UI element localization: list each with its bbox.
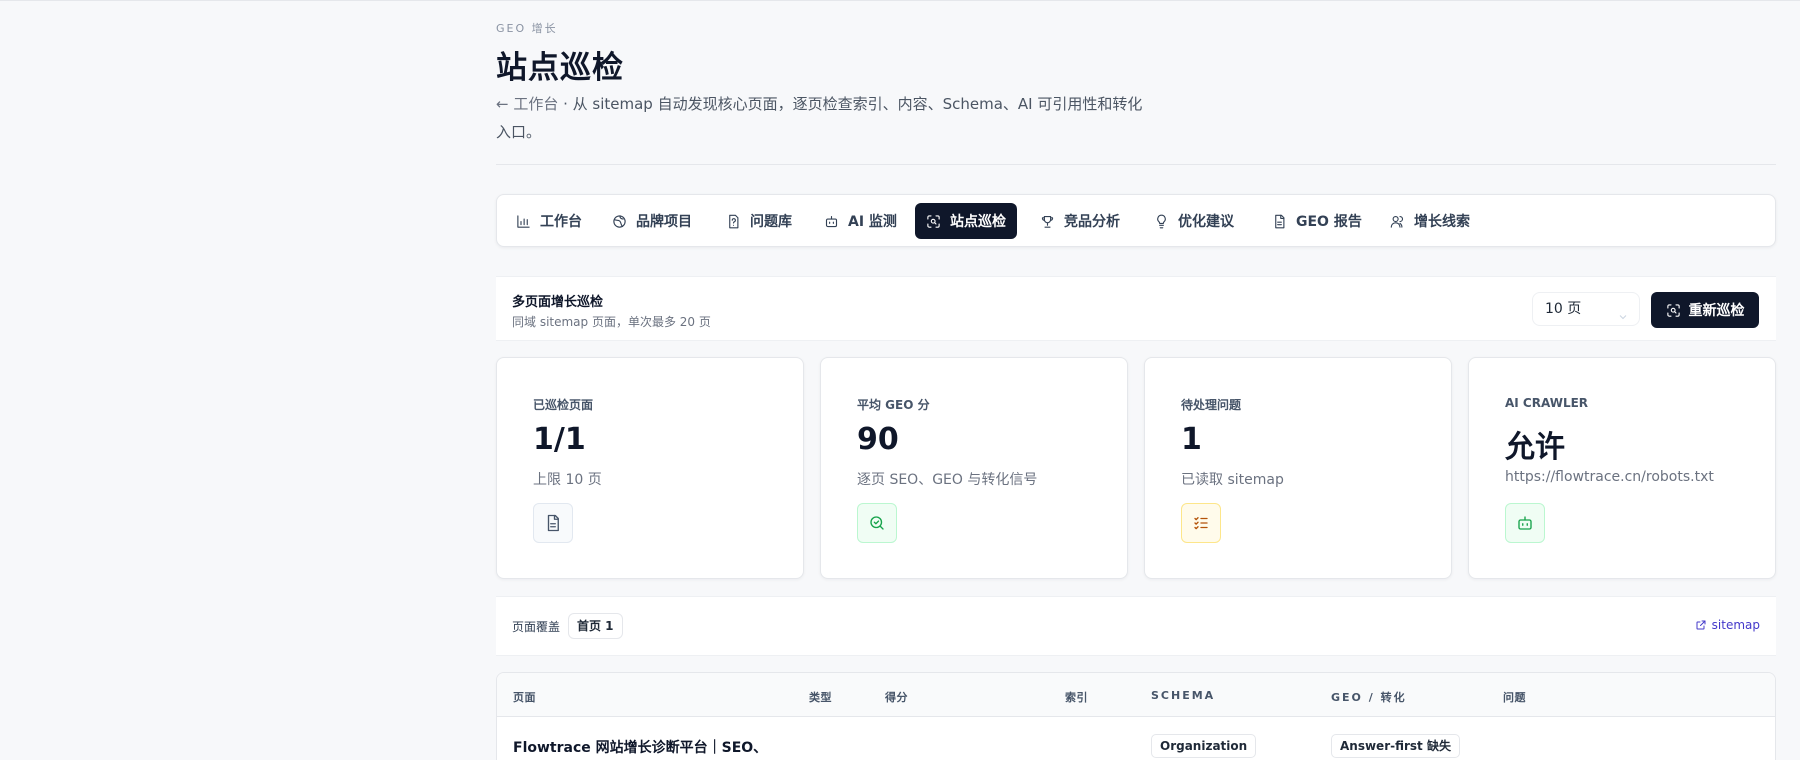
page-coverage-bar: 页面覆盖 首页 1 sitemap bbox=[496, 596, 1776, 656]
document-icon bbox=[533, 503, 573, 543]
rescan-label: 重新巡检 bbox=[1688, 303, 1745, 319]
tab-optimization-suggestions[interactable]: 优化建议 bbox=[1143, 203, 1245, 239]
coverage-chip-home[interactable]: 首页 1 bbox=[568, 613, 623, 639]
globe-icon bbox=[613, 214, 626, 228]
page-title: 站点巡检 bbox=[496, 50, 624, 86]
tab-growth-leads[interactable]: 增长线索 bbox=[1379, 203, 1481, 239]
coverage-label: 页面覆盖 bbox=[512, 620, 561, 634]
question-file-icon bbox=[729, 214, 739, 228]
tab-label: 增长线索 bbox=[1414, 214, 1470, 230]
bot-icon bbox=[1505, 503, 1545, 543]
scan-icon bbox=[927, 214, 940, 228]
users-icon bbox=[1390, 215, 1404, 228]
bar-chart-icon bbox=[517, 214, 530, 228]
tab-label: 优化建议 bbox=[1178, 214, 1234, 230]
stat-hint: 已读取 sitemap bbox=[1181, 472, 1284, 488]
module-nav: 工作台 品牌项目 问题库 AI 监测 站点巡检 竞品分析 优化建议 GEO 报告… bbox=[496, 194, 1776, 247]
stat-hint: https://flowtrace.cn/robots.txt bbox=[1505, 469, 1714, 485]
tab-question-library[interactable]: 问题库 bbox=[715, 203, 803, 239]
chevron-down-icon bbox=[1617, 303, 1629, 320]
tab-label: AI 监测 bbox=[848, 214, 897, 230]
bot-icon bbox=[825, 215, 838, 227]
rescan-button[interactable]: 重新巡检 bbox=[1651, 292, 1759, 328]
tab-label: 站点巡检 bbox=[950, 214, 1006, 230]
external-link-icon bbox=[1696, 620, 1706, 630]
stat-value: 90 bbox=[857, 422, 899, 457]
column-header-geo-conversion: GEO / 转化 bbox=[1331, 691, 1407, 704]
schema-badge: Organization bbox=[1151, 734, 1257, 758]
inspection-toolbar: 多页面增长巡检 同域 sitemap 页面，单次最多 20 页 10 页 重新巡… bbox=[496, 276, 1776, 341]
stat-label: 平均 GEO 分 bbox=[857, 398, 930, 412]
trophy-icon bbox=[1041, 215, 1054, 228]
stat-card-geo-score: 平均 GEO 分 90 逐页 SEO、GEO 与转化信号 bbox=[820, 357, 1128, 579]
sitemap-link-label: sitemap bbox=[1711, 618, 1760, 632]
pages-table: 页面 类型 得分 索引 SCHEMA GEO / 转化 问题 Flowtrace… bbox=[496, 672, 1776, 760]
column-header-score: 得分 bbox=[885, 691, 908, 704]
stat-card-pending-issues: 待处理问题 1 已读取 sitemap bbox=[1144, 357, 1452, 579]
column-header-index: 索引 bbox=[1065, 691, 1088, 704]
section-title: 多页面增长巡检 bbox=[512, 295, 604, 310]
page-limit-select[interactable]: 10 页 bbox=[1532, 292, 1640, 326]
back-to-workbench-link[interactable]: ← 工作台 bbox=[496, 95, 558, 113]
tab-site-inspection[interactable]: 站点巡检 bbox=[915, 203, 1017, 239]
tab-competitor-analysis[interactable]: 竞品分析 bbox=[1029, 203, 1131, 239]
page-description: ← 工作台 · 从 sitemap 自动发现核心页面，逐页检查索引、内容、Sch… bbox=[496, 90, 1146, 146]
column-header-issues: 问题 bbox=[1503, 691, 1526, 704]
tab-brand-projects[interactable]: 品牌项目 bbox=[601, 203, 703, 239]
tab-label: 问题库 bbox=[750, 214, 792, 230]
tab-label: GEO 报告 bbox=[1296, 214, 1362, 230]
column-header-schema: SCHEMA bbox=[1151, 689, 1216, 702]
row-page-title[interactable]: Flowtrace 网站增长诊断平台｜SEO、 bbox=[513, 737, 767, 757]
sitemap-link[interactable]: sitemap bbox=[1695, 618, 1760, 632]
geo-badge: Answer-first 缺失 bbox=[1331, 734, 1460, 758]
stat-card-ai-crawler: AI CRAWLER 允许 https://flowtrace.cn/robot… bbox=[1468, 357, 1776, 579]
search-check-icon bbox=[857, 503, 897, 543]
column-header-type: 类型 bbox=[809, 691, 832, 704]
stat-hint: 上限 10 页 bbox=[533, 472, 602, 488]
tab-label: 工作台 bbox=[540, 214, 582, 230]
stat-label: 已巡检页面 bbox=[533, 398, 594, 412]
column-header-page: 页面 bbox=[513, 691, 536, 704]
tab-geo-report[interactable]: GEO 报告 bbox=[1261, 203, 1373, 239]
stat-label: AI CRAWLER bbox=[1505, 396, 1589, 410]
select-value: 10 页 bbox=[1545, 301, 1582, 317]
header-divider bbox=[496, 164, 1776, 165]
table-header: 页面 类型 得分 索引 SCHEMA GEO / 转化 问题 bbox=[497, 673, 1775, 717]
stat-value: 允许 bbox=[1505, 430, 1565, 465]
stat-value: 1 bbox=[1181, 422, 1202, 457]
stat-value: 1/1 bbox=[533, 422, 586, 457]
stat-label: 待处理问题 bbox=[1181, 398, 1242, 412]
stat-cards: 已巡检页面 1/1 上限 10 页 平均 GEO 分 90 逐页 SEO、GEO… bbox=[496, 357, 1776, 579]
description-text: · 从 sitemap 自动发现核心页面，逐页检查索引、内容、Schema、AI… bbox=[496, 95, 1143, 141]
tab-label: 品牌项目 bbox=[636, 214, 692, 230]
top-border bbox=[0, 0, 1800, 1]
scan-icon bbox=[1666, 303, 1680, 317]
tab-label: 竞品分析 bbox=[1064, 214, 1120, 230]
stat-card-pages: 已巡检页面 1/1 上限 10 页 bbox=[496, 357, 804, 579]
checklist-icon bbox=[1181, 503, 1221, 543]
tab-ai-monitor[interactable]: AI 监测 bbox=[813, 203, 908, 239]
stat-hint: 逐页 SEO、GEO 与转化信号 bbox=[857, 472, 1038, 488]
page-eyebrow: GEO 增长 bbox=[496, 22, 558, 35]
section-subtitle: 同域 sitemap 页面，单次最多 20 页 bbox=[512, 315, 711, 329]
tab-workbench[interactable]: 工作台 bbox=[505, 203, 593, 239]
lightbulb-icon bbox=[1157, 214, 1166, 228]
file-text-icon bbox=[1275, 214, 1285, 228]
